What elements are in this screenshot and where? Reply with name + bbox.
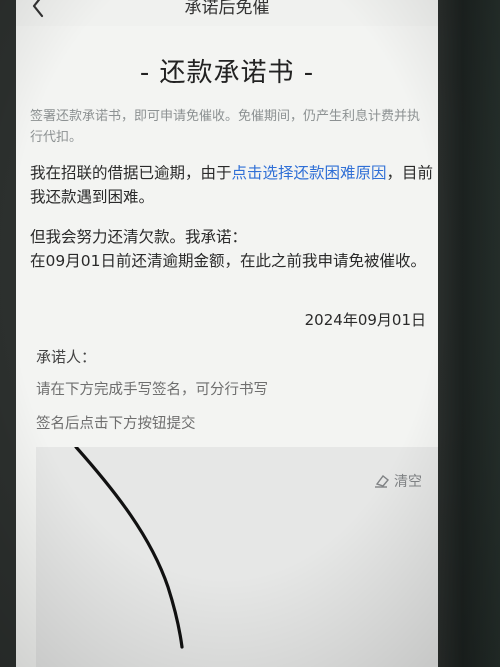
clear-button[interactable]: 清空: [374, 471, 422, 491]
eraser-icon: [375, 475, 389, 488]
doc-title: - 还款承诺书 -: [139, 58, 315, 88]
para2-line2: 在09月01日前还清逾期金额，在此之前我申请免被催收。: [30, 252, 426, 270]
phone-bezel-right: [438, 0, 500, 667]
signature-hint-2: 签名后点击下方按钮提交: [36, 416, 196, 432]
select-reason-link[interactable]: 点击选择还款困难原因: [232, 164, 387, 182]
signer-label: 承诺人：: [36, 348, 97, 366]
phone-bezel-left: [0, 0, 16, 667]
para2-line1: 但我会努力还清欠款。我承诺：: [30, 228, 248, 246]
signature-hint-1: 请在下方完成手写签名，可分行书写: [36, 382, 268, 398]
phone-screen: 承诺后免催 - 还款承诺书 - 签署还款承诺书，即可申请免催收。免催期间，仍产生…: [16, 0, 438, 667]
notice-text: 签署还款承诺书，即可申请免催收。免催期间，仍产生利息计费并执行代扣。: [30, 109, 421, 145]
commitment-date: 2024年09月01日: [304, 311, 426, 329]
commitment-paragraph-1: 我在招联的借据已逾期，由于点击选择还款困难原因，目前我还款遇到困难。: [30, 161, 434, 209]
para1-prefix: 我在招联的借据已逾期，由于: [30, 164, 232, 182]
clear-label: 清空: [394, 474, 422, 490]
commitment-paragraph-2: 但我会努力还清欠款。我承诺： 在09月01日前还清逾期金额，在此之前我申请免被催…: [30, 225, 434, 273]
nav-bar: 承诺后免催: [16, 0, 438, 26]
signature-pad[interactable]: 清空: [36, 447, 438, 667]
nav-title: 承诺后免催: [184, 0, 270, 18]
